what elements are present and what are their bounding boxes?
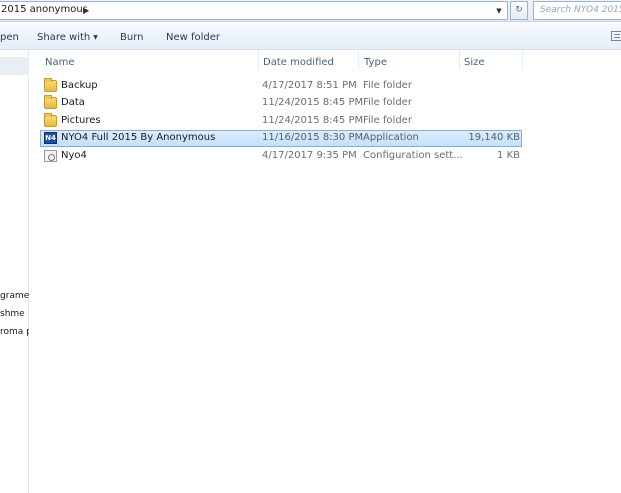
file-date: 11/16/2015 8:30 PM bbox=[262, 132, 364, 143]
search-placeholder: Search NYO4 2015 bbox=[540, 5, 621, 15]
file-row-pictures[interactable]: Pictures 11/24/2015 8:45 PM File folder bbox=[40, 113, 522, 130]
address-bar[interactable]: 2015 anonymous ▶ ▼ bbox=[0, 1, 508, 20]
change-view-icon[interactable] bbox=[611, 31, 621, 41]
application-icon: N4 bbox=[44, 132, 57, 144]
nav-item-1[interactable]: grame bbox=[0, 291, 29, 301]
config-file-icon bbox=[44, 150, 57, 162]
burn-button[interactable]: Burn bbox=[120, 32, 143, 43]
file-type: File folder bbox=[363, 115, 412, 126]
chevron-down-icon: ▼ bbox=[93, 34, 98, 41]
search-input[interactable]: Search NYO4 2015 bbox=[533, 1, 621, 20]
file-row-nyo4-config[interactable]: Nyo4 4/17/2017 9:35 PM Configuration set… bbox=[40, 148, 522, 165]
file-date: 11/24/2015 8:45 PM bbox=[262, 97, 364, 108]
column-header-size[interactable]: Size bbox=[464, 57, 485, 68]
share-with-label: Share with bbox=[37, 32, 91, 43]
file-type: File folder bbox=[363, 97, 412, 108]
file-name: Data bbox=[61, 97, 85, 108]
column-header-date-modified[interactable]: Date modified bbox=[263, 57, 334, 68]
file-row-backup[interactable]: Backup 4/17/2017 8:51 PM File folder bbox=[40, 78, 522, 95]
file-row-data[interactable]: Data 11/24/2015 8:45 PM File folder bbox=[40, 95, 522, 112]
refresh-button[interactable]: ↻ bbox=[510, 1, 528, 20]
column-header-type[interactable]: Type bbox=[364, 57, 387, 68]
folder-icon bbox=[44, 95, 57, 109]
folder-icon bbox=[44, 78, 57, 92]
file-type: File folder bbox=[363, 80, 412, 91]
file-name: Backup bbox=[61, 80, 98, 91]
file-size: 19,140 KB bbox=[468, 132, 520, 143]
column-divider[interactable] bbox=[358, 50, 359, 70]
file-type: Application bbox=[363, 132, 419, 143]
navigation-pane: grame shme roma p bbox=[0, 51, 29, 493]
file-date: 4/17/2017 8:51 PM bbox=[262, 80, 357, 91]
address-bar-row: 2015 anonymous ▶ ▼ ↻ Search NYO4 2015 bbox=[0, 0, 621, 22]
file-type: Configuration sett... bbox=[363, 150, 463, 161]
file-size: 1 KB bbox=[497, 150, 520, 161]
breadcrumb-arrow-icon[interactable]: ▶ bbox=[83, 6, 89, 15]
folder-icon bbox=[44, 113, 57, 127]
column-header-name[interactable]: Name bbox=[45, 57, 75, 68]
file-row-nyo4-application[interactable]: N4 NYO4 Full 2015 By Anonymous 11/16/201… bbox=[40, 130, 522, 147]
column-divider[interactable] bbox=[522, 50, 523, 70]
open-button[interactable]: pen bbox=[0, 32, 19, 43]
address-dropdown-icon[interactable]: ▼ bbox=[491, 3, 507, 19]
share-with-button[interactable]: Share with ▼ bbox=[37, 32, 98, 43]
file-name: Pictures bbox=[61, 115, 101, 126]
column-divider[interactable] bbox=[258, 50, 259, 70]
file-name: Nyo4 bbox=[61, 150, 87, 161]
column-divider[interactable] bbox=[459, 50, 460, 70]
nav-item-3[interactable]: roma p bbox=[0, 327, 29, 337]
new-folder-button[interactable]: New folder bbox=[166, 32, 220, 43]
file-name: NYO4 Full 2015 By Anonymous bbox=[61, 132, 216, 143]
nav-item-2[interactable]: shme bbox=[0, 309, 29, 319]
file-date: 11/24/2015 8:45 PM bbox=[262, 115, 364, 126]
command-toolbar: pen Share with ▼ Burn New folder bbox=[0, 23, 621, 50]
nav-selected-item[interactable] bbox=[0, 57, 29, 75]
address-path-segment[interactable]: 2015 anonymous bbox=[1, 4, 88, 15]
file-date: 4/17/2017 9:35 PM bbox=[262, 150, 357, 161]
